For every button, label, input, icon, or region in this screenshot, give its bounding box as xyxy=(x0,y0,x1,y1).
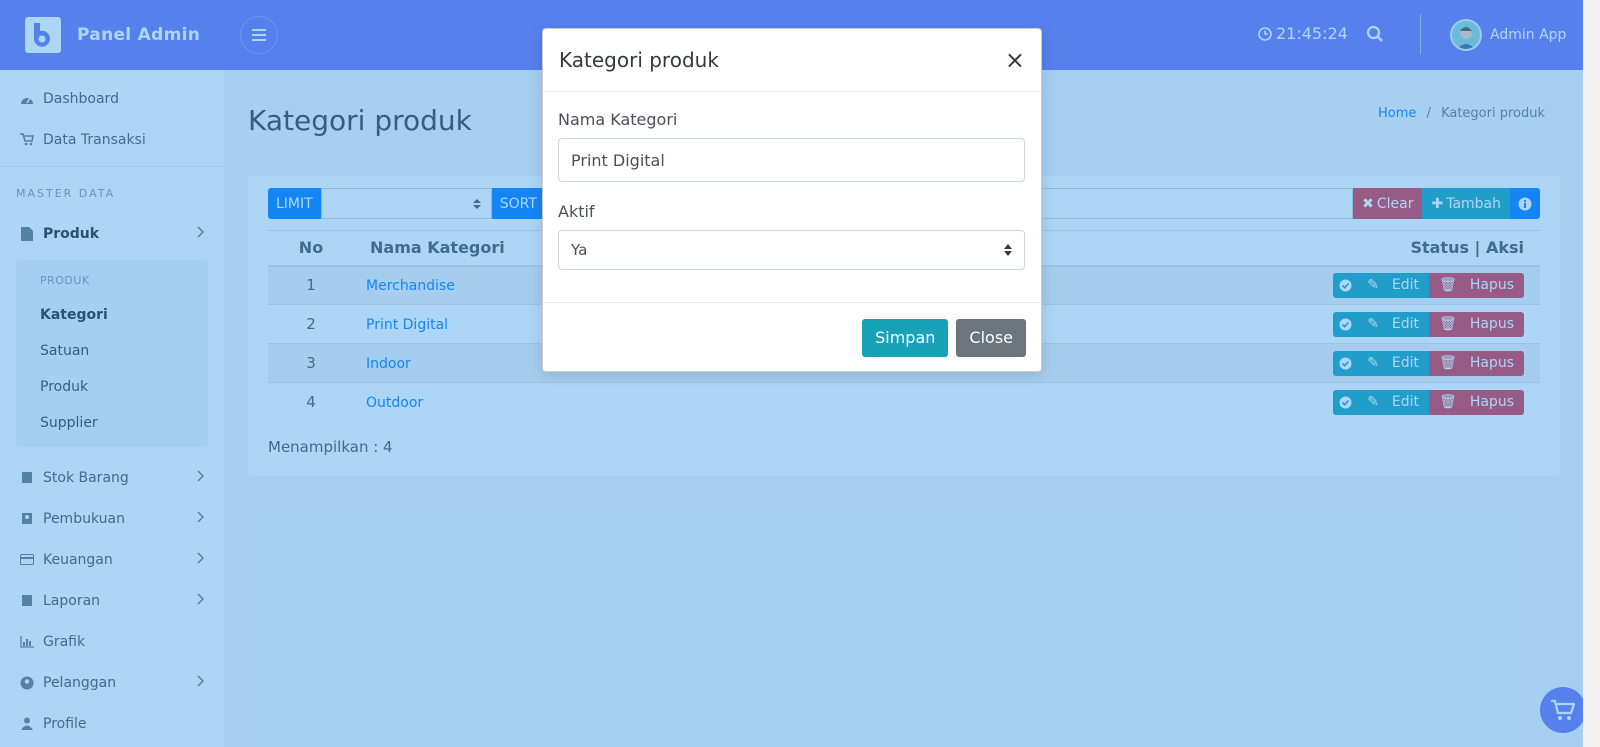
active-select[interactable]: Ya xyxy=(558,230,1025,270)
active-select-value: Ya xyxy=(571,241,588,259)
select-arrows-icon xyxy=(1004,244,1012,256)
active-label: Aktif xyxy=(558,202,595,221)
close-button[interactable]: Close xyxy=(956,318,1026,357)
modal-footer: Simpan Close xyxy=(543,302,1041,372)
category-modal: Kategori produk × Nama Kategori Print Di… xyxy=(542,28,1042,372)
modal-body: Nama Kategori Print Digital Aktif Ya xyxy=(543,92,1041,270)
scrollbar[interactable] xyxy=(1583,0,1600,747)
save-button[interactable]: Simpan xyxy=(862,318,949,357)
modal-header: Kategori produk × xyxy=(543,29,1041,92)
category-name-input[interactable]: Print Digital xyxy=(558,138,1025,182)
modal-title: Kategori produk xyxy=(559,48,719,72)
category-name-label: Nama Kategori xyxy=(558,110,678,129)
modal-close-icon[interactable]: × xyxy=(1005,48,1025,72)
